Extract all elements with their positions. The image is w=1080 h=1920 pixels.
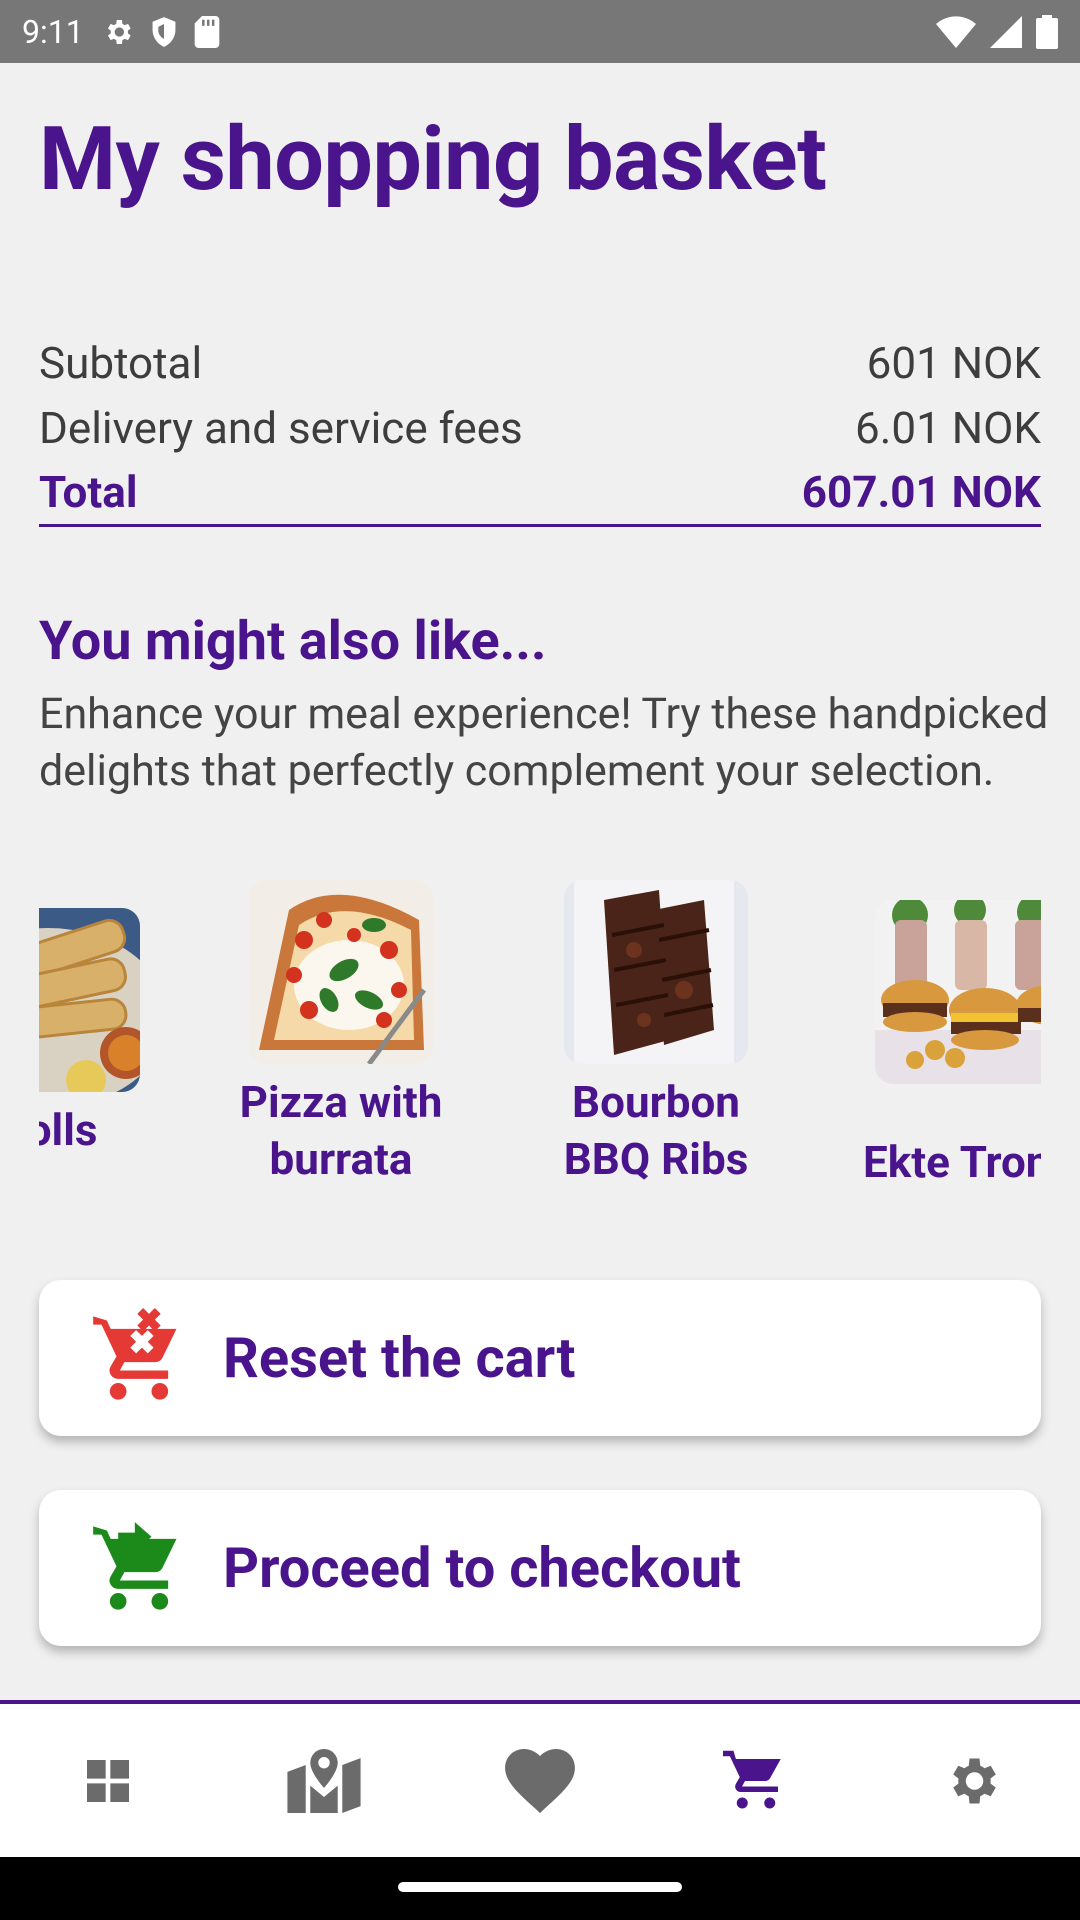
suggestion-card-pizza[interactable]: Pizza with burrata — [211, 880, 471, 1188]
fees-label: Delivery and service fees — [39, 401, 523, 454]
nav-settings[interactable] — [922, 1731, 1022, 1831]
nav-cart[interactable] — [706, 1731, 806, 1831]
bottom-navigation — [0, 1700, 1080, 1857]
suggestion-card-ribs[interactable]: Bourbon BBQ Ribs — [526, 880, 786, 1188]
suggestions-title: You might also like... — [39, 610, 547, 673]
suggestions-carousel[interactable]: Rolls — [39, 880, 1041, 1210]
subtotal-label: Subtotal — [39, 336, 203, 389]
suggestions-description: Enhance your meal experience! Try these … — [39, 689, 1049, 796]
suggestion-card-ekte-tron[interactable]: Ekte Tron — [833, 880, 1041, 1191]
wifi-icon — [936, 15, 976, 48]
total-label: Total — [39, 466, 138, 518]
home-gesture-handle[interactable] — [398, 1882, 682, 1892]
status-bar: 9:11 — [0, 0, 1080, 63]
gear-icon — [953, 1758, 996, 1803]
nav-dashboard[interactable] — [58, 1731, 158, 1831]
nav-favorites[interactable] — [490, 1731, 590, 1831]
suggestion-name: Pizza with burrata — [239, 1076, 443, 1185]
status-time: 9:11 — [22, 12, 84, 51]
reset-cart-label: Reset the cart — [223, 1325, 576, 1391]
pizza-image — [249, 880, 433, 1064]
cart-arrow-icon — [93, 1522, 177, 1610]
page-title: My shopping basket — [39, 108, 827, 211]
battery-icon — [1036, 14, 1058, 49]
reset-cart-button[interactable]: Reset the cart — [39, 1280, 1041, 1436]
suggestion-name: Ekte Tron — [863, 1136, 1041, 1188]
settings-status-icon — [107, 19, 131, 44]
total-value: 607.01 NOK — [801, 466, 1041, 518]
checkout-label: Proceed to checkout — [223, 1535, 742, 1601]
heart-icon — [505, 1748, 575, 1813]
suggestion-name: Rolls — [39, 1104, 98, 1156]
grid-icon — [87, 1759, 129, 1802]
subtotal-value: 601 NOK — [866, 336, 1041, 389]
ribs-image — [564, 880, 748, 1064]
cart-icon — [723, 1750, 781, 1808]
total-row: Total 607.01 NOK — [39, 460, 1041, 527]
fees-value: 6.01 NOK — [855, 401, 1041, 454]
fees-row: Delivery and service fees 6.01 NOK — [39, 395, 1041, 460]
suggestion-name: Bourbon BBQ Ribs — [563, 1076, 749, 1185]
price-summary: Subtotal 601 NOK Delivery and service fe… — [39, 330, 1041, 527]
burger-image — [875, 900, 1041, 1084]
checkout-button[interactable]: Proceed to checkout — [39, 1490, 1041, 1646]
suggestion-card-rolls[interactable]: Rolls — [39, 880, 162, 1159]
rolls-image — [39, 908, 140, 1092]
nav-map[interactable] — [274, 1731, 374, 1831]
map-icon — [287, 1748, 361, 1813]
shield-status-icon — [152, 16, 176, 47]
signal-icon — [990, 15, 1022, 48]
sdcard-status-icon — [194, 15, 220, 48]
system-gesture-bar — [0, 1857, 1080, 1920]
subtotal-row: Subtotal 601 NOK — [39, 330, 1041, 395]
cart-remove-icon — [93, 1308, 177, 1400]
